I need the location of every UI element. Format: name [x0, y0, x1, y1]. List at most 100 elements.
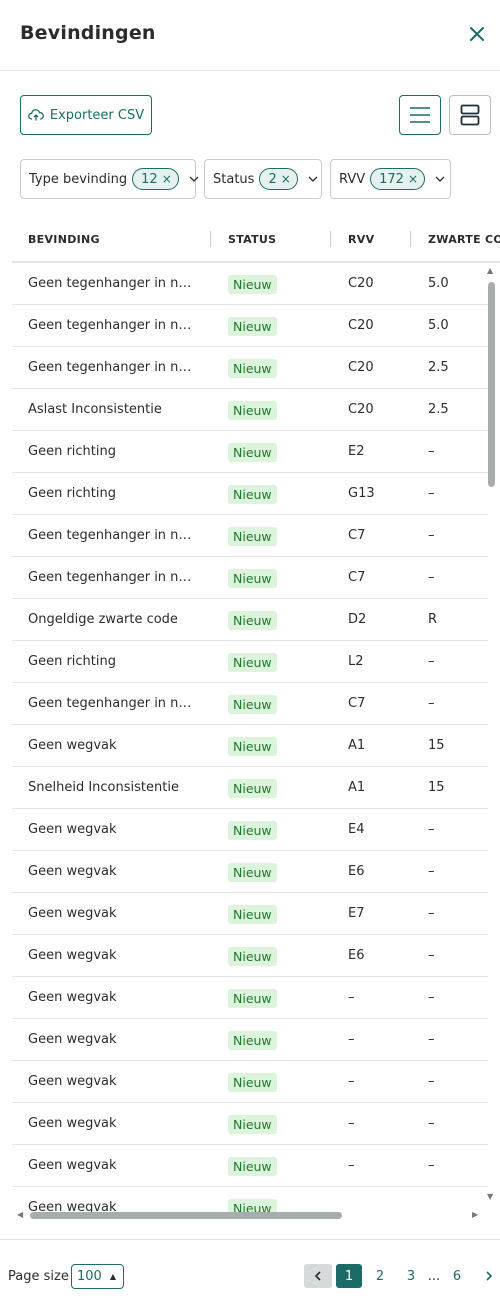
table-row[interactable]: Snelheid Inconsistentie Nieuw A1 15: [12, 767, 488, 809]
horizontal-scroll-thumb[interactable]: [30, 1212, 342, 1219]
table-row[interactable]: Geen wegvak Nieuw E7 –: [12, 893, 488, 935]
table-row[interactable]: Geen wegvak Nieuw – –: [12, 1145, 488, 1187]
scroll-right-icon[interactable]: ▶: [472, 1210, 478, 1219]
cell-status: Nieuw: [228, 737, 277, 756]
cell-rvv: A1: [348, 738, 366, 753]
cell-rvv: C7: [348, 528, 366, 543]
scroll-left-icon[interactable]: ◀: [17, 1210, 23, 1219]
cell-status: Nieuw: [228, 653, 277, 672]
export-csv-button[interactable]: Exporteer CSV: [20, 95, 152, 135]
cell-bevinding: Geen richting: [28, 444, 116, 459]
status-badge: Nieuw: [228, 1073, 277, 1092]
table-row[interactable]: Geen wegvak Nieuw E6 –: [12, 851, 488, 893]
table-row[interactable]: Geen tegenhanger in netwerk Nieuw C7 –: [12, 683, 488, 725]
card-view-button[interactable]: [449, 95, 491, 135]
cell-status: Nieuw: [228, 401, 277, 420]
cell-bevinding: Geen wegvak: [28, 1116, 117, 1131]
cell-rvv: A1: [348, 780, 366, 795]
page-title: Bevindingen: [20, 22, 156, 44]
table-row[interactable]: Geen wegvak Nieuw – –: [12, 1061, 488, 1103]
table-row[interactable]: Geen richting Nieuw L2 –: [12, 641, 488, 683]
column-resize-handle[interactable]: [210, 231, 211, 247]
table-row[interactable]: Geen richting Nieuw E2 –: [12, 431, 488, 473]
cell-status: Nieuw: [228, 1115, 277, 1134]
status-badge: Nieuw: [228, 863, 277, 882]
cell-rvv: –: [348, 990, 355, 1005]
cell-rvv: –: [348, 1116, 355, 1131]
filter-label: RVV: [339, 171, 366, 187]
page-size-select[interactable]: 100 ▲: [71, 1264, 124, 1289]
cell-status: Nieuw: [228, 527, 277, 546]
cell-status: Nieuw: [228, 275, 277, 294]
cell-status: Nieuw: [228, 821, 277, 840]
column-resize-handle[interactable]: [330, 231, 331, 247]
next-page-button[interactable]: [481, 1264, 497, 1288]
cell-bevinding: Geen tegenhanger in netwerk: [28, 360, 198, 375]
clear-icon[interactable]: ×: [281, 172, 291, 186]
table-row[interactable]: Geen wegvak Nieuw – –: [12, 1019, 488, 1061]
filter-type-bevinding[interactable]: Type bevinding 12 ×: [20, 159, 199, 199]
page-button-3[interactable]: 3: [399, 1264, 423, 1288]
table-row[interactable]: Geen tegenhanger in netwerk Nieuw C20 2.5: [12, 347, 488, 389]
table-row[interactable]: Geen wegvak Nieuw A1 15: [12, 725, 488, 767]
table-row[interactable]: Geen tegenhanger in netwerk Nieuw C7 –: [12, 557, 488, 599]
previous-page-button[interactable]: [304, 1264, 332, 1288]
cell-zwarte-code: –: [428, 906, 435, 921]
status-badge: Nieuw: [228, 1031, 277, 1050]
cell-rvv: –: [348, 1032, 355, 1047]
table-row[interactable]: Geen tegenhanger in netwerk Nieuw C7 –: [12, 515, 488, 557]
table-row[interactable]: Geen tegenhanger in netwerk Nieuw C20 5.0: [12, 263, 488, 305]
cell-rvv: C7: [348, 696, 366, 711]
cell-rvv: C20: [348, 318, 374, 333]
cell-zwarte-code: 15: [428, 780, 445, 795]
cell-zwarte-code: –: [428, 486, 435, 501]
page-button-6[interactable]: 6: [445, 1264, 469, 1288]
column-header-bevinding[interactable]: BEVINDING: [28, 233, 100, 246]
cell-bevinding: Geen wegvak: [28, 738, 117, 753]
table-row[interactable]: Geen wegvak Nieuw – –: [12, 977, 488, 1019]
table-row[interactable]: Geen tegenhanger in netwerk Nieuw C20 5.0: [12, 305, 488, 347]
clear-icon[interactable]: ×: [408, 172, 418, 186]
table-row[interactable]: Geen wegvak Nieuw E4 –: [12, 809, 488, 851]
column-header-rvv[interactable]: RVV: [348, 233, 374, 246]
vertical-scroll-thumb[interactable]: [488, 282, 495, 487]
scroll-up-icon[interactable]: ▲: [487, 266, 493, 275]
status-badge: Nieuw: [228, 989, 277, 1008]
cell-zwarte-code: –: [428, 1116, 435, 1131]
table-row[interactable]: Geen richting Nieuw G13 –: [12, 473, 488, 515]
cell-rvv: L2: [348, 654, 364, 669]
cell-bevinding: Geen wegvak: [28, 990, 117, 1005]
table-row[interactable]: Aslast Inconsistentie Nieuw C20 2.5: [12, 389, 488, 431]
card-view-icon: [460, 104, 480, 126]
cell-status: Nieuw: [228, 905, 277, 924]
column-header-status[interactable]: STATUS: [228, 233, 276, 246]
filter-count-chip[interactable]: 12 ×: [132, 168, 179, 190]
page-button-1[interactable]: 1: [336, 1264, 362, 1288]
cell-zwarte-code: –: [428, 444, 435, 459]
list-view-button[interactable]: [399, 95, 441, 135]
findings-table: BEVINDING STATUS RVV ZWARTE CODE Geen te…: [12, 216, 500, 1225]
column-header-zwarte-code[interactable]: ZWARTE CODE: [428, 233, 500, 246]
cell-bevinding: Geen tegenhanger in netwerk: [28, 528, 198, 543]
page-button-2[interactable]: 2: [368, 1264, 392, 1288]
clear-icon[interactable]: ×: [162, 172, 172, 186]
cell-status: Nieuw: [228, 695, 277, 714]
filter-count-chip[interactable]: 172 ×: [370, 168, 425, 190]
table-row[interactable]: Ongeldige zwarte code Nieuw D2 R: [12, 599, 488, 641]
column-resize-handle[interactable]: [410, 231, 411, 247]
chevron-left-icon: [314, 1271, 321, 1281]
filter-rvv[interactable]: RVV 172 ×: [330, 159, 451, 199]
close-button[interactable]: [464, 20, 490, 48]
status-badge: Nieuw: [228, 485, 277, 504]
table-row[interactable]: Geen wegvak Nieuw E6 –: [12, 935, 488, 977]
cell-zwarte-code: –: [428, 696, 435, 711]
cell-status: Nieuw: [228, 569, 277, 588]
filter-count-chip[interactable]: 2 ×: [259, 168, 298, 190]
cell-status: Nieuw: [228, 611, 277, 630]
scroll-down-icon[interactable]: ▼: [487, 1192, 493, 1201]
table-row[interactable]: Geen wegvak Nieuw – –: [12, 1103, 488, 1145]
cell-status: Nieuw: [228, 989, 277, 1008]
cell-rvv: C20: [348, 360, 374, 375]
cell-rvv: –: [348, 1158, 355, 1173]
filter-status[interactable]: Status 2 ×: [204, 159, 322, 199]
